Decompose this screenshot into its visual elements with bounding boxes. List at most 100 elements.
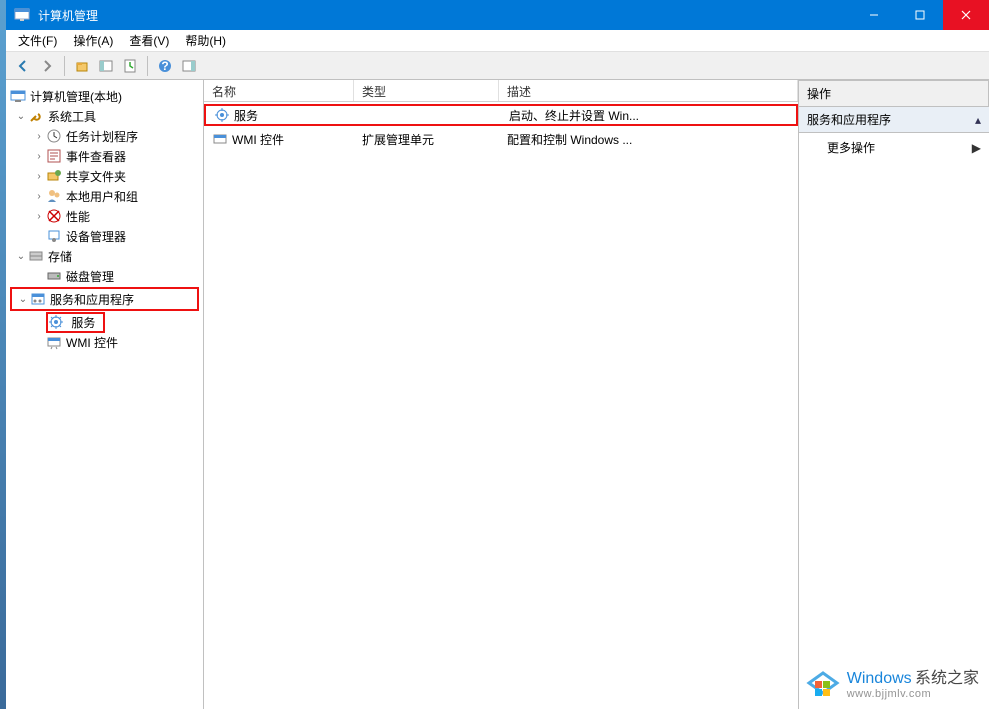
cell-desc: 启动、终止并设置 Win... — [501, 107, 796, 124]
menu-help[interactable]: 帮助(H) — [177, 30, 234, 51]
up-button[interactable] — [71, 55, 93, 77]
disk-icon — [46, 268, 62, 284]
computer-icon — [10, 88, 26, 104]
tree-task-scheduler[interactable]: › 任务计划程序 — [6, 126, 203, 146]
highlight-box: ⌄ 服务和应用程序 — [10, 287, 199, 311]
expand-icon[interactable]: › — [32, 171, 46, 182]
clock-icon — [46, 128, 62, 144]
expand-icon[interactable]: › — [32, 131, 46, 142]
highlight-box: 服务 — [46, 312, 105, 333]
menubar: 文件(F) 操作(A) 查看(V) 帮助(H) — [6, 30, 989, 52]
tree-disk-mgmt[interactable]: › 磁盘管理 — [6, 266, 203, 286]
watermark-brand-a: Windows — [847, 670, 912, 687]
tree-services-apps[interactable]: ⌄ 服务和应用程序 — [12, 289, 197, 309]
watermark: Windows 系统之家 www.bjjmlv.com — [805, 667, 979, 703]
wmi-icon — [212, 131, 228, 147]
tree-label: 存储 — [48, 248, 78, 265]
tree-root[interactable]: 计算机管理(本地) — [6, 86, 203, 106]
users-icon — [46, 188, 62, 204]
menu-view[interactable]: 查看(V) — [121, 30, 177, 51]
cell-desc: 配置和控制 Windows ... — [499, 131, 798, 148]
toolbar-separator — [64, 56, 65, 76]
tree-device-manager[interactable]: › 设备管理器 — [6, 226, 203, 246]
list-header: 名称 类型 描述 — [204, 80, 798, 102]
share-icon — [46, 168, 62, 184]
tree-label: 性能 — [66, 208, 96, 225]
toolbar-separator — [147, 56, 148, 76]
maximize-button[interactable] — [897, 0, 943, 30]
watermark-brand-b: 系统之家 — [915, 670, 979, 687]
svg-text:?: ? — [161, 59, 168, 73]
services-apps-icon — [30, 291, 46, 307]
tree-label: 本地用户和组 — [66, 188, 144, 205]
tree-pane: 计算机管理(本地) ⌄ 系统工具 › 任务计划程序 › 事件查看器 › 共享文件… — [6, 80, 204, 709]
menu-file[interactable]: 文件(F) — [10, 30, 65, 51]
app-icon — [14, 7, 30, 23]
tree-performance[interactable]: › 性能 — [6, 206, 203, 226]
tree-local-users[interactable]: › 本地用户和组 — [6, 186, 203, 206]
expand-icon[interactable]: ⌄ — [16, 294, 30, 305]
tree-label: 系统工具 — [48, 108, 102, 125]
cell-type: 扩展管理单元 — [354, 131, 499, 148]
list-row-services[interactable]: 服务 启动、终止并设置 Win... — [204, 104, 798, 126]
column-header-type[interactable]: 类型 — [354, 80, 499, 101]
expand-icon[interactable]: ⌄ — [14, 111, 28, 122]
tree-label: 磁盘管理 — [66, 268, 120, 285]
tree-label: 任务计划程序 — [66, 128, 144, 145]
tree-root-label: 计算机管理(本地) — [30, 88, 128, 105]
toolbar: ? — [6, 52, 989, 80]
expand-icon[interactable]: › — [32, 211, 46, 222]
wmi-icon — [46, 334, 62, 350]
menu-action[interactable]: 操作(A) — [65, 30, 121, 51]
tree-wmi[interactable]: › WMI 控件 — [6, 332, 203, 352]
tree-label: 事件查看器 — [66, 148, 132, 165]
expand-icon[interactable]: ⌄ — [14, 251, 28, 262]
action-section[interactable]: 服务和应用程序 ▴ — [799, 107, 989, 133]
workarea: 计算机管理(本地) ⌄ 系统工具 › 任务计划程序 › 事件查看器 › 共享文件… — [6, 80, 989, 709]
action-more-label: 更多操作 — [827, 139, 875, 156]
back-button[interactable] — [12, 55, 34, 77]
tree-storage[interactable]: ⌄ 存储 — [6, 246, 203, 266]
gear-icon — [214, 107, 230, 123]
tree-event-viewer[interactable]: › 事件查看器 — [6, 146, 203, 166]
storage-icon — [28, 248, 44, 264]
show-hide-action-button[interactable] — [178, 55, 200, 77]
list-pane: 名称 类型 描述 服务 启动、终止并设置 Win... WMI 控件 扩展管理单… — [204, 80, 799, 709]
action-more[interactable]: 更多操作 ▶ — [799, 133, 989, 162]
properties-button[interactable] — [119, 55, 141, 77]
expand-icon[interactable]: › — [32, 151, 46, 162]
tree-label: 设备管理器 — [66, 228, 132, 245]
gear-icon — [48, 314, 64, 330]
list-row-wmi[interactable]: WMI 控件 扩展管理单元 配置和控制 Windows ... — [204, 128, 798, 150]
tree-label: 服务 — [71, 316, 101, 330]
column-header-desc[interactable]: 描述 — [499, 80, 798, 101]
column-header-name[interactable]: 名称 — [204, 80, 354, 101]
cell-name: 服务 — [234, 107, 258, 124]
tree-services[interactable]: › 服务 — [6, 312, 203, 332]
windows-logo-icon — [805, 667, 841, 703]
cell-name: WMI 控件 — [232, 131, 284, 148]
show-hide-tree-button[interactable] — [95, 55, 117, 77]
forward-button[interactable] — [36, 55, 58, 77]
action-pane: 操作 服务和应用程序 ▴ 更多操作 ▶ — [799, 80, 989, 709]
tree-system-tools[interactable]: ⌄ 系统工具 — [6, 106, 203, 126]
tree-label: WMI 控件 — [66, 334, 124, 351]
device-icon — [46, 228, 62, 244]
minimize-button[interactable] — [851, 0, 897, 30]
list-body: 服务 启动、终止并设置 Win... WMI 控件 扩展管理单元 配置和控制 W… — [204, 104, 798, 150]
tree-label: 服务和应用程序 — [50, 291, 140, 308]
expand-icon[interactable]: › — [32, 191, 46, 202]
window-controls — [851, 0, 989, 30]
performance-icon — [46, 208, 62, 224]
action-pane-header: 操作 — [799, 80, 989, 107]
tools-icon — [28, 108, 44, 124]
titlebar: 计算机管理 — [6, 0, 989, 30]
event-icon — [46, 148, 62, 164]
tree-shared-folders[interactable]: › 共享文件夹 — [6, 166, 203, 186]
help-button[interactable]: ? — [154, 55, 176, 77]
close-button[interactable] — [943, 0, 989, 30]
watermark-url: www.bjjmlv.com — [847, 688, 979, 700]
collapse-icon[interactable]: ▴ — [975, 113, 981, 127]
chevron-right-icon: ▶ — [972, 141, 981, 155]
action-section-label: 服务和应用程序 — [807, 111, 891, 128]
